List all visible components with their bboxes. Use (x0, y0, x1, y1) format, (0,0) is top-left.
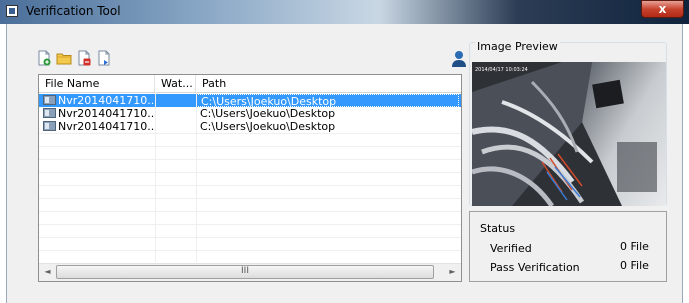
file-name-cell: Nvr2014041710... (41, 107, 155, 120)
column-watermark[interactable]: Wat... (155, 75, 196, 92)
pass-verification-count: 0 File (620, 259, 649, 272)
grid-line (39, 250, 461, 251)
scroll-left-button[interactable]: ◄ (39, 264, 56, 280)
preview-timestamp-overlay: 2014/04/17 10:03:24 (475, 67, 528, 73)
add-file-button[interactable] (36, 50, 52, 66)
column-file-name[interactable]: File Name (39, 75, 155, 92)
column-path[interactable]: Path (196, 75, 461, 92)
scroll-right-button[interactable]: ► (444, 264, 461, 280)
scroll-thumb[interactable]: III (56, 265, 434, 279)
status-group: Status Verified 0 File Pass Verification… (469, 211, 667, 282)
grid-line (39, 172, 461, 173)
path-cell: C:\Users\Joekuo\Desktop (200, 120, 336, 133)
path-cell: C:\Users\Joekuo\Desktop (200, 107, 336, 120)
grid-line (39, 237, 461, 238)
camera-snapshot-image: 2014/04/17 10:03:24 (472, 62, 666, 206)
path-cell: C:\Users\Joekuo\Desktop (196, 94, 459, 107)
table-row[interactable]: Nvr2014041710... C:\Users\Joekuo\Desktop (39, 120, 461, 133)
grid-line (39, 224, 461, 225)
verify-icon (98, 50, 110, 66)
file-list-header: File Name Wat... Path (39, 75, 461, 93)
close-button[interactable]: x (641, 0, 684, 18)
window-title: Verification Tool (26, 4, 121, 18)
grid-line (39, 185, 461, 186)
user-icon[interactable] (451, 50, 467, 68)
file-list[interactable]: File Name Wat... Path Nvr2014041710... C… (38, 74, 462, 282)
verify-button[interactable] (96, 50, 112, 66)
title-bar[interactable]: Verification Tool x (0, 0, 689, 24)
verified-count: 0 File (620, 240, 649, 253)
video-file-icon (43, 108, 56, 118)
grid-line (155, 92, 156, 262)
status-label: Status (480, 222, 516, 235)
grid-line (39, 211, 461, 212)
horizontal-scrollbar[interactable]: ◄ III ► (39, 263, 461, 281)
toolbar (36, 50, 112, 70)
video-file-icon (43, 121, 56, 131)
table-row[interactable]: Nvr2014041710... C:\Users\Joekuo\Desktop (39, 94, 461, 107)
video-file-icon (43, 95, 56, 105)
folder-icon (56, 53, 72, 65)
preview-image: 2014/04/17 10:03:24 (472, 62, 666, 206)
table-row[interactable]: Nvr2014041710... C:\Users\Joekuo\Desktop (39, 107, 461, 120)
verified-label: Verified (490, 242, 532, 255)
pass-verification-label: Pass Verification (490, 261, 580, 274)
open-folder-button[interactable] (56, 50, 72, 66)
grid-line (39, 198, 461, 199)
grid-line (196, 92, 197, 262)
app-icon (6, 5, 18, 17)
remove-file-icon (78, 50, 91, 66)
grid-line (39, 146, 461, 147)
file-name-cell: Nvr2014041710... (41, 120, 155, 133)
grid-line (39, 159, 461, 160)
file-name-cell: Nvr2014041710... (41, 94, 155, 107)
verification-tool-window: Verification Tool x File Name Wat... Pat… (0, 0, 689, 303)
image-preview-label: Image Preview (475, 40, 560, 53)
add-file-icon (38, 50, 51, 66)
remove-file-button[interactable] (76, 50, 92, 66)
grid-line (39, 133, 461, 134)
